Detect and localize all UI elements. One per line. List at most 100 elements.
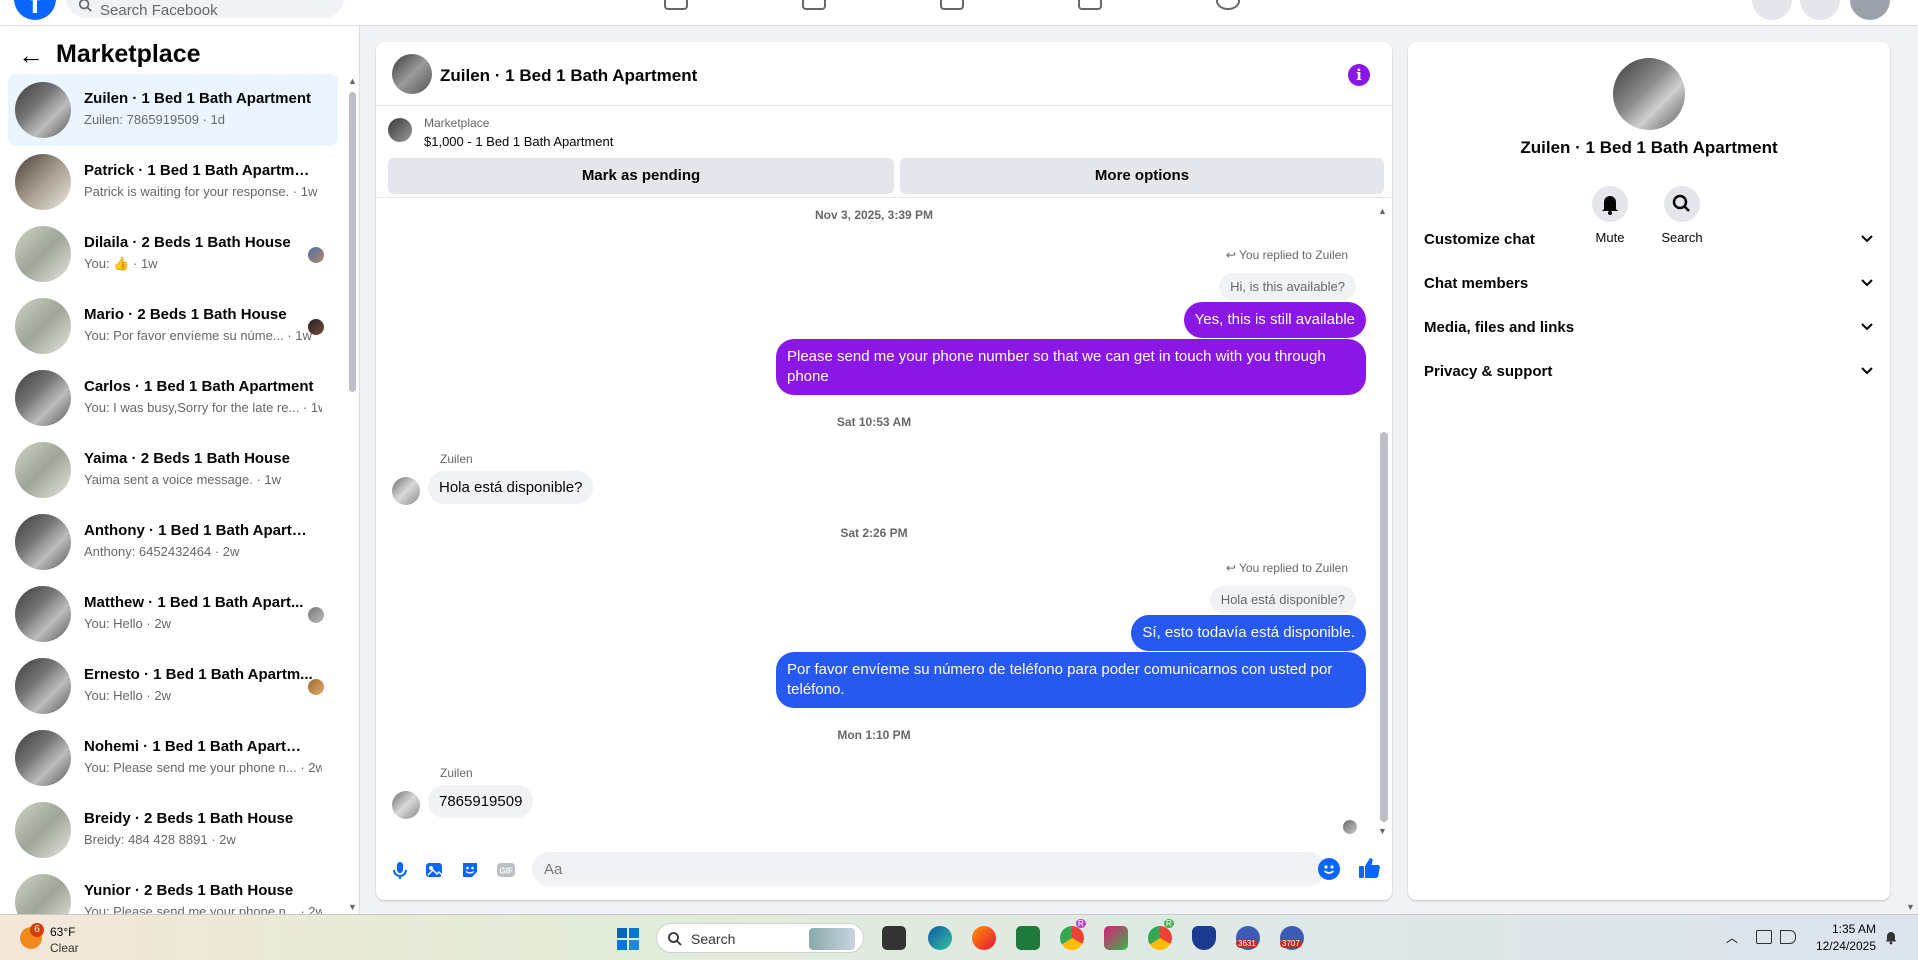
scroll-down-arrow-icon[interactable]: ▼ [1378,826,1387,836]
sent-message[interactable]: Please send me your phone number so that… [776,339,1366,395]
notification-bell-icon[interactable] [1884,929,1898,945]
home-icon[interactable] [664,0,688,10]
timestamp: Sat 10:53 AM [836,415,912,429]
sent-message[interactable]: Sí, esto todavía está disponible. [1131,615,1366,651]
facebook-logo[interactable]: f [14,0,56,20]
conversation-item[interactable]: Nohemi · 1 Bed 1 Bath Apartment You: Ple… [8,722,338,794]
reply-note-text: You replied to Zuilen [1239,561,1348,575]
gif-icon[interactable]: GIF [496,860,516,880]
top-navigation-bar: f Search Facebook [0,0,1918,26]
chat-panel: Zuilen · 1 Bed 1 Bath Apartment i Market… [376,42,1392,900]
conversation-name: Patrick · 1 Bed 1 Bath Apartment [84,162,314,179]
listing-thumbnail [15,514,71,570]
microphone-icon[interactable] [390,860,410,880]
marketplace-icon[interactable] [1078,0,1102,10]
chat-avatar[interactable] [392,54,432,94]
listing-bar: Marketplace $1,000 - 1 Bed 1 Bath Apartm… [376,106,1392,198]
conversation-preview: You: Please send me your phone n... · 2w [84,904,322,914]
video-icon[interactable] [940,0,964,10]
account-avatar[interactable] [1850,0,1890,20]
conversation-item[interactable]: Carlos · 1 Bed 1 Bath Apartment You: I w… [8,362,338,434]
scroll-up-arrow-icon[interactable]: ▲ [348,76,357,86]
chat-scrollbar[interactable] [1380,432,1388,822]
weather-temperature[interactable]: 63°F [50,925,75,939]
file-explorer-icon[interactable] [882,926,906,950]
firefox-browser-icon[interactable] [972,926,996,950]
chrome-browser-icon[interactable] [1148,926,1172,950]
quoted-message[interactable]: Hola está disponible? [1209,586,1356,613]
spreadsheet-app-icon[interactable] [1016,926,1040,950]
conversation-item[interactable]: Yaima · 2 Beds 1 Bath House Yaima sent a… [8,434,338,506]
volume-icon[interactable] [1780,930,1796,944]
conversation-item[interactable]: Matthew · 1 Bed 1 Bath Apart... You: Hel… [8,578,338,650]
conversation-item[interactable]: Ernesto · 1 Bed 1 Bath Apartm... You: He… [8,650,338,722]
mark-as-pending-button[interactable]: Mark as pending [388,158,894,194]
clock-date[interactable]: 12/24/2025 [1802,939,1876,953]
sidebar-scrollbar[interactable] [349,92,356,392]
info-icon[interactable]: i [1348,64,1370,86]
sender-avatar[interactable] [392,477,420,505]
thumbs-up-icon[interactable] [1357,856,1381,880]
sent-message[interactable]: Por favor envíeme su número de teléfono … [776,652,1366,708]
snipping-tool-icon[interactable] [1104,926,1128,950]
svg-text:GIF: GIF [500,867,513,876]
facebook-search-input[interactable]: Search Facebook [66,0,344,19]
edge-browser-icon[interactable] [928,926,952,950]
listing-thumbnail [15,154,71,210]
conversation-item[interactable]: Breidy · 2 Beds 1 Bath House Breidy: 484… [8,794,338,866]
scroll-up-arrow-icon[interactable]: ▲ [1378,206,1387,216]
back-arrow-icon[interactable]: ← [18,42,44,68]
reply-note: ↩ You replied to Zuilen [1226,561,1348,575]
conversation-item[interactable]: Patrick · 1 Bed 1 Bath Apartment Patrick… [8,146,338,218]
conversation-item[interactable]: Yunior · 2 Beds 1 Bath House You: Please… [8,866,338,914]
menu-grid-icon[interactable] [1752,0,1792,20]
received-message[interactable]: Hola está disponible? [428,471,594,504]
more-options-button[interactable]: More options [900,158,1384,194]
scroll-down-arrow-icon[interactable]: ▼ [348,902,357,912]
seen-avatar [308,319,324,335]
taskbar-search-box[interactable]: Search [656,923,864,953]
chat-members-section[interactable]: Chat members [1424,262,1874,306]
conversation-preview: You: Por favor envíeme su núme... · 1w [84,328,312,343]
sent-message[interactable]: Yes, this is still available [1183,302,1366,338]
conversation-item[interactable]: Dilaila · 2 Beds 1 Bath House You: 👍 · 1… [8,218,338,290]
listing-source: Marketplace [424,116,490,130]
sender-avatar[interactable] [392,791,420,819]
scroll-down-arrow-icon[interactable]: ▼ [1906,902,1915,912]
sticker-icon[interactable] [460,860,480,880]
shield-app-icon[interactable] [1192,926,1216,950]
listing-thumbnail [15,82,71,138]
sender-name: Zuilen [440,452,473,466]
conversation-preview: You: 👍 · 1w [84,256,322,272]
listing-thumbnail [15,802,71,858]
weather-description: Clear [50,941,79,955]
customize-chat-section[interactable]: Customize chat [1424,218,1874,262]
received-message[interactable]: 7865919509 [428,785,534,818]
groups-icon[interactable] [1216,0,1240,10]
windows-start-icon[interactable] [617,928,639,950]
chat-title[interactable]: Zuilen · 1 Bed 1 Bath Apartment [440,66,697,86]
listing-thumbnail [15,586,71,642]
notifications-bell-icon[interactable] [1800,0,1840,20]
conversation-avatar[interactable] [1613,58,1685,130]
privacy-support-section[interactable]: Privacy & support [1424,350,1874,394]
chevron-down-icon [1861,279,1873,287]
emoji-icon[interactable] [1318,858,1340,880]
conversation-item[interactable]: Zuilen · 1 Bed 1 Bath Apartment Zuilen: … [8,74,338,146]
chat-header: Zuilen · 1 Bed 1 Bath Apartment i [376,42,1392,106]
conversation-item[interactable]: Anthony · 1 Bed 1 Bath Apartment Anthony… [8,506,338,578]
chrome-browser-icon[interactable] [1060,926,1084,950]
quoted-message[interactable]: Hi, is this available? [1219,273,1356,300]
conversation-item[interactable]: Mario · 2 Beds 1 Bath House You: Por fav… [8,290,338,362]
conversation-name: Nohemi · 1 Bed 1 Bath Apartment [84,738,314,755]
marketplace-conversation-sidebar: ← Marketplace Zuilen · 1 Bed 1 Bath Apar… [0,26,360,914]
listing-price[interactable]: $1,000 - 1 Bed 1 Bath Apartment [424,134,613,149]
friends-icon[interactable] [802,0,826,10]
photo-icon[interactable] [424,860,444,880]
listing-thumbnail [15,658,71,714]
chevron-up-icon[interactable]: ︿ [1726,929,1738,946]
clock-time[interactable]: 1:35 AM [1802,922,1876,936]
message-input[interactable] [532,852,1326,886]
network-icon[interactable] [1756,930,1772,944]
media-files-links-section[interactable]: Media, files and links [1424,306,1874,350]
